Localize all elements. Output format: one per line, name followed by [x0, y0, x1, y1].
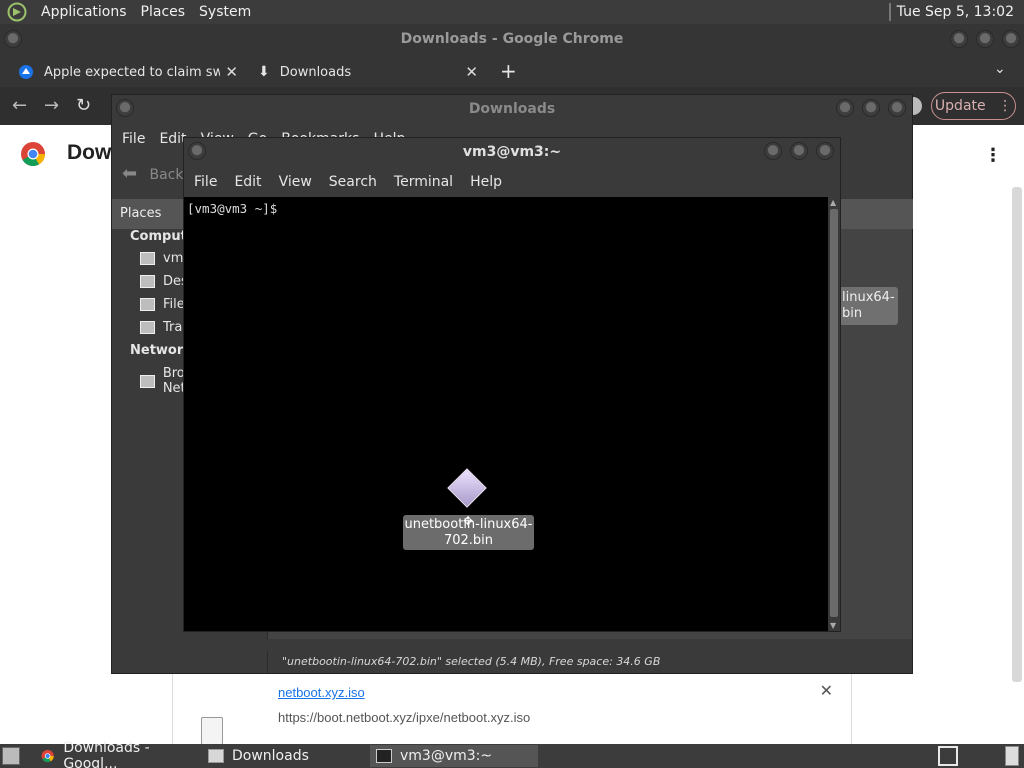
chrome-window-title: Downloads - Google Chrome — [400, 31, 624, 47]
show-desktop-icon[interactable] — [2, 747, 20, 765]
close-button[interactable] — [1002, 30, 1020, 48]
terminal-scrollbar[interactable]: ▲ ▼ — [828, 197, 840, 631]
chrome-logo-icon — [21, 142, 45, 167]
drive-icon — [140, 298, 155, 311]
update-label: Update — [934, 98, 986, 114]
menu-search[interactable]: Search — [329, 174, 377, 190]
minimize-button[interactable] — [950, 30, 968, 48]
menu-terminal[interactable]: Terminal — [394, 174, 453, 190]
tab-search-icon[interactable]: ⌄ — [994, 61, 1006, 77]
file-manager-titlebar[interactable]: Downloads — [112, 95, 912, 123]
reload-icon[interactable]: ↻ — [76, 95, 91, 116]
top-panel: Applications Places System Tue Sep 5, 13… — [0, 0, 1024, 24]
tab-close-icon[interactable]: ✕ — [465, 63, 478, 81]
terminal-window: vm3@vm3:~ File Edit View Search Terminal… — [183, 137, 841, 632]
trash-applet-icon[interactable] — [1005, 746, 1019, 766]
chrome-titlebar[interactable]: Downloads - Google Chrome — [0, 24, 1024, 55]
tab-downloads[interactable]: ⬇ Downloads ✕ — [258, 57, 484, 87]
applications-menu[interactable]: Applications — [34, 0, 134, 24]
terminal-icon — [376, 749, 392, 763]
page-more-icon[interactable]: ⋮ — [984, 145, 1002, 166]
tab-news[interactable]: Apple expected to claim switch ✕ — [18, 57, 244, 87]
scroll-up-icon[interactable]: ▲ — [830, 198, 836, 207]
menu-file[interactable]: File — [122, 131, 145, 147]
back-arrow-icon[interactable]: ← — [12, 95, 27, 116]
terminal-title: vm3@vm3:~ — [462, 144, 562, 160]
maximize-button[interactable] — [976, 30, 994, 48]
tab-close-icon[interactable]: ✕ — [225, 63, 238, 81]
chrome-logo-icon — [41, 749, 54, 763]
bottom-taskbar: Downloads - Googl... Downloads vm3@vm3:~ — [0, 740, 1024, 768]
folder-icon — [208, 749, 224, 763]
back-label: Back — [149, 167, 184, 183]
status-bar: "unetbootin-linux64-702.bin" selected (5… — [267, 651, 912, 673]
panel-separator — [888, 3, 891, 21]
file-icon — [201, 717, 223, 745]
mate-logo-icon[interactable] — [6, 1, 28, 23]
workspace-switcher[interactable] — [938, 746, 958, 766]
more-menu-icon: ⋮ — [998, 98, 1013, 114]
task-label: vm3@vm3:~ — [400, 748, 493, 764]
scrollbar-thumb[interactable] — [830, 209, 838, 617]
file-manager-title: Downloads — [468, 101, 556, 117]
trash-icon — [140, 321, 155, 334]
task-chrome[interactable]: Downloads - Googl... — [34, 740, 202, 768]
terminal-prompt: [vm3@vm3 ~]$ — [187, 201, 285, 216]
network-icon — [140, 374, 155, 388]
task-file-manager[interactable]: Downloads — [202, 745, 368, 767]
system-menu[interactable]: System — [192, 0, 258, 24]
update-button[interactable]: Update ⋮ — [931, 92, 1016, 120]
download-url[interactable]: https://boot.netboot.xyz/ipxe/netboot.xy… — [278, 710, 530, 725]
close-button[interactable] — [888, 99, 906, 117]
maximize-button[interactable] — [790, 142, 808, 160]
maximize-button[interactable] — [862, 99, 880, 117]
terminal-titlebar[interactable]: vm3@vm3:~ — [184, 138, 840, 166]
page-scrollbar[interactable] — [1012, 187, 1022, 682]
drag-cursor-icon: ✥ — [463, 514, 474, 528]
terminal-screen[interactable]: [vm3@vm3 ~]$ — [184, 197, 828, 631]
task-terminal[interactable]: vm3@vm3:~ — [370, 745, 538, 767]
back-arrow-icon: ⬅ — [122, 163, 138, 184]
file-item-label[interactable]: linux64- bin — [838, 287, 898, 325]
menu-edit[interactable]: Edit — [234, 174, 261, 190]
menu-help[interactable]: Help — [470, 174, 502, 190]
back-button[interactable]: ⬅ Back — [122, 163, 184, 184]
minimize-button[interactable] — [836, 99, 854, 117]
download-icon: ⬇ — [258, 64, 270, 80]
new-tab-button[interactable]: + — [500, 59, 517, 83]
window-menu-icon[interactable] — [188, 142, 206, 160]
scroll-down-icon[interactable]: ▼ — [830, 621, 836, 630]
minimize-button[interactable] — [764, 142, 782, 160]
terminal-menubar: File Edit View Search Terminal Help — [184, 166, 840, 198]
task-label: Downloads - Googl... — [63, 740, 150, 768]
menu-file[interactable]: File — [194, 174, 217, 190]
menu-view[interactable]: View — [279, 174, 312, 190]
task-label: Downloads — [232, 748, 309, 764]
close-button[interactable] — [816, 142, 834, 160]
forward-arrow-icon[interactable]: → — [44, 95, 59, 116]
remove-download-icon[interactable]: ✕ — [820, 681, 833, 700]
download-file-link[interactable]: netboot.xyz.iso — [278, 685, 365, 700]
news-icon — [19, 65, 33, 79]
window-menu-icon[interactable] — [4, 30, 22, 48]
file-item-name: linux64- bin — [842, 290, 895, 321]
chrome-tab-strip: Apple expected to claim switch ✕ ⬇ Downl… — [0, 55, 1024, 87]
sidebar-selector-label: Places — [120, 206, 162, 221]
tab-label: Downloads — [279, 64, 352, 80]
home-folder-icon — [140, 252, 155, 265]
tab-label: Apple expected to claim switch — [44, 64, 220, 80]
window-menu-icon[interactable] — [116, 99, 134, 117]
desktop-folder-icon — [140, 275, 155, 288]
places-menu[interactable]: Places — [134, 0, 193, 24]
download-item-card: netboot.xyz.iso https://boot.netboot.xyz… — [172, 673, 852, 753]
clock[interactable]: Tue Sep 5, 13:02 — [897, 4, 1024, 20]
